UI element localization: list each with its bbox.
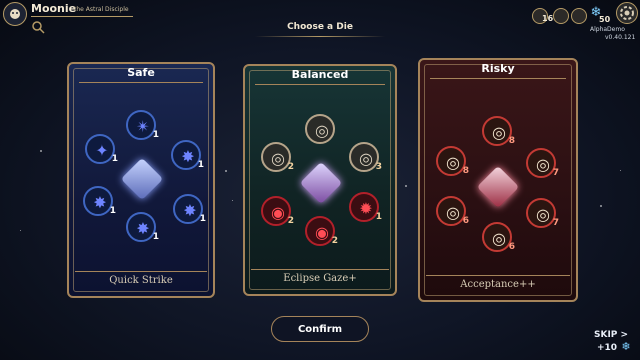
die-face: ◎ 7	[526, 198, 559, 228]
face-symbol: ◎	[492, 123, 506, 142]
face-value: 8	[508, 136, 515, 146]
die-face: ◎ 8	[482, 116, 515, 146]
face-symbol: ◎	[359, 149, 373, 168]
die-card-safe[interactable]: Safe ✴ 1 ✦ 1 ✸ 1 ✸ 1 ✸ 1 ✸ 1 Quick Strike	[67, 62, 215, 298]
die-face: ✸ 1	[173, 194, 206, 224]
die-face: ✸ 1	[171, 140, 204, 170]
dice-count: 16	[542, 14, 554, 23]
face-value: 1	[199, 214, 206, 224]
die-name: Quick Strike	[75, 271, 207, 290]
search-icon[interactable]	[31, 19, 45, 34]
character-portrait-icon[interactable]	[3, 2, 27, 26]
face-value: 2	[287, 216, 294, 226]
face-value: 8	[462, 166, 469, 176]
die-face: ✸ 1	[126, 212, 159, 242]
die-face: ◉ 2	[305, 216, 338, 246]
face-value: 1	[197, 160, 204, 170]
die-card-risky[interactable]: Risky ◎ 8 ◎ 8 ◎ 7 ◎ 6 ◎ 7 ◎ 6 Acceptance++	[418, 58, 578, 302]
face-symbol: ◎	[536, 155, 550, 174]
heading-divider	[255, 36, 385, 37]
star-particle	[232, 200, 233, 201]
star-particle	[405, 185, 407, 187]
card-title-divider	[430, 78, 566, 79]
face-symbol: ✸	[181, 147, 195, 166]
character-name: Moonie	[31, 2, 77, 15]
face-value: 1	[152, 232, 159, 242]
die-selection-screen: Moonie the Astral Disciple 16 ❄ 50 Alpha…	[0, 0, 640, 360]
face-value: 1	[111, 154, 118, 164]
face-value: 3	[375, 162, 382, 172]
face-symbol: ◉	[315, 223, 329, 242]
face-symbol: ◎	[492, 229, 506, 248]
skip-button[interactable]: SKIP >	[594, 330, 628, 340]
face-symbol: ◎	[271, 149, 285, 168]
face-value: 1	[109, 206, 116, 216]
snowflake-icon: ❄	[621, 340, 631, 353]
relic-icon[interactable]	[571, 8, 587, 24]
face-symbol: ✸	[93, 193, 107, 212]
die-face: ✹ 1	[349, 192, 382, 222]
face-value: 6	[508, 242, 515, 252]
face-value: 7	[552, 218, 559, 228]
die-face: ◎ 2	[261, 142, 294, 172]
face-value: 1	[375, 212, 382, 222]
face-symbol: ✦	[95, 141, 109, 160]
die-face: ◎ 8	[436, 146, 469, 176]
snowflake-count: 50	[599, 15, 611, 24]
face-value: 7	[552, 168, 559, 178]
face-symbol: ◎	[315, 121, 329, 140]
star-particle	[620, 170, 621, 171]
build-name: AlphaDemo	[590, 26, 625, 33]
star-particle	[225, 170, 227, 172]
star-particle	[20, 230, 21, 231]
face-symbol: ✸	[136, 219, 150, 238]
card-title-divider	[79, 82, 203, 83]
card-title-divider	[255, 84, 385, 85]
face-symbol: ◎	[446, 153, 460, 172]
skip-reward: +10	[597, 343, 618, 353]
card-title: Balanced	[291, 68, 349, 81]
gear-icon[interactable]	[616, 2, 638, 24]
die-card-balanced[interactable]: Balanced ◎ ◎ 2 ◎ 3 ◉ 2 ✹ 1 ◉ 2 Eclipse Gaze+	[243, 64, 397, 296]
build-version: v0.40.121	[605, 34, 636, 41]
face-value: 6	[462, 216, 469, 226]
name-divider	[31, 16, 133, 17]
face-symbol: ✴	[136, 117, 150, 136]
card-title: Risky	[481, 62, 515, 75]
die-face: ◎ 6	[436, 196, 469, 226]
face-symbol: ◉	[271, 203, 285, 222]
die-name: Eclipse Gaze+	[251, 269, 389, 288]
die-face: ◎ 6	[482, 222, 515, 252]
die-face: ◎ 7	[526, 148, 559, 178]
confirm-button[interactable]: Confirm	[271, 316, 369, 342]
face-value: 1	[152, 130, 159, 140]
star-particle	[600, 205, 602, 207]
die-face: ◎	[305, 114, 335, 144]
star-particle	[40, 150, 42, 152]
face-symbol: ✹	[359, 199, 373, 218]
die-name: Acceptance++	[426, 275, 570, 294]
character-title: the Astral Disciple	[74, 6, 129, 13]
die-face: ◎ 3	[349, 142, 382, 172]
face-symbol: ◎	[446, 203, 460, 222]
die-face: ✸ 1	[83, 186, 116, 216]
die-face: ✴ 1	[126, 110, 159, 140]
die-face: ◉ 2	[261, 196, 294, 226]
face-symbol: ✸	[183, 201, 197, 220]
face-value: 2	[287, 162, 294, 172]
die-face: ✦ 1	[85, 134, 118, 164]
face-symbol: ◎	[536, 205, 550, 224]
token-icon[interactable]	[553, 8, 569, 24]
card-title: Safe	[127, 66, 155, 79]
face-value: 2	[331, 236, 338, 246]
page-heading: Choose a Die	[287, 22, 353, 32]
